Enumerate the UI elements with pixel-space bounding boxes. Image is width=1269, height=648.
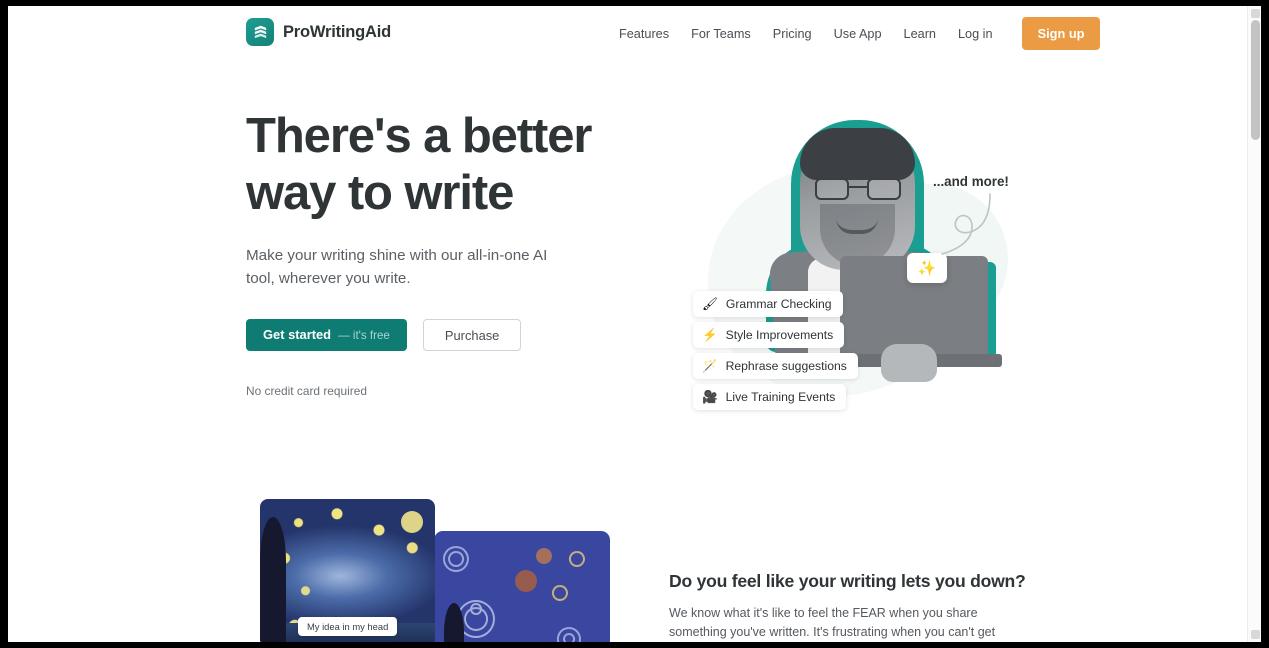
main-navigation: Features For Teams Pricing Use App Learn… [608, 17, 1101, 50]
feature-chip-style-improvements[interactable]: ⚡ Style Improvements [693, 322, 845, 348]
hero-illustration: ✨ ...and more! 🖌 Grammar Checking ⚡ Styl… [668, 106, 1028, 451]
doodle-starry-night-card [434, 531, 610, 642]
hero-section: There's a better way to write Make your … [8, 62, 1247, 492]
section-two-body: We know what it's like to feel the FEAR … [669, 606, 996, 640]
webpage-content: ProWritingAid Features For Teams Pricing… [8, 6, 1247, 642]
nav-item-use-app[interactable]: Use App [823, 20, 893, 48]
sign-up-button[interactable]: Sign up [1021, 17, 1101, 50]
glasses-icon [815, 178, 901, 200]
curly-arrow-icon [941, 193, 991, 255]
feature-chip-list: 🖌 Grammar Checking ⚡ Style Improvements … [693, 291, 858, 410]
feature-chip-label: Style Improvements [725, 328, 834, 342]
scrollbar-thumb[interactable] [1251, 20, 1260, 140]
glasses-bridge [849, 186, 867, 189]
lightning-icon: ⚡ [702, 327, 718, 342]
hero-cta-row: Get started — it's free Purchase [246, 319, 626, 351]
glasses-lens-left [815, 178, 849, 200]
paintbrush-icon: 🖌 [702, 296, 718, 311]
painting-moon [401, 511, 423, 533]
and-more-label: ...and more! [933, 174, 1009, 189]
hero-copy: There's a better way to write Make your … [246, 108, 626, 398]
section-two-title: Do you feel like your writing lets you d… [669, 571, 1026, 591]
nav-item-for-teams[interactable]: For Teams [680, 20, 762, 48]
feature-chip-label: Grammar Checking [725, 297, 832, 311]
vertical-scrollbar[interactable] [1247, 6, 1261, 642]
brand-name: ProWritingAid [283, 22, 392, 41]
prowritingaid-logo-icon [246, 18, 274, 46]
browser-window: ProWritingAid Features For Teams Pricing… [0, 0, 1269, 648]
glasses-lens-right [867, 178, 901, 200]
nav-item-log-in[interactable]: Log in [947, 20, 1004, 48]
person-hair [800, 128, 915, 180]
purchase-button[interactable]: Purchase [422, 319, 522, 351]
get-started-label: Get started [263, 327, 332, 342]
no-credit-card-note: No credit card required [246, 384, 367, 398]
feature-chip-rephrase-suggestions[interactable]: 🪄 Rephrase suggestions [693, 353, 858, 379]
magic-wand-icon: 🪄 [702, 358, 718, 373]
hero-title: There's a better way to write [246, 109, 592, 220]
painting-cypress-tree [260, 517, 286, 642]
art-comparison-illustration: My idea in my head [254, 499, 610, 642]
section-two-copy: Do you feel like your writing lets you d… [669, 571, 1026, 642]
writing-lets-you-down-section: My idea in my head Do you feel like your… [8, 492, 1247, 642]
feature-chip-live-training-events[interactable]: 🎥 Live Training Events [693, 384, 847, 410]
hero-subtitle: Make your writing shine with our all-in-… [246, 247, 548, 287]
idea-in-my-head-tag: My idea in my head [298, 617, 398, 636]
nav-item-pricing[interactable]: Pricing [762, 20, 823, 48]
get-started-note: — it's free [338, 329, 390, 342]
nav-item-features[interactable]: Features [608, 20, 680, 48]
scrollbar-up-arrow[interactable] [1251, 9, 1260, 18]
movie-camera-icon: 🎥 [702, 389, 718, 404]
feature-chip-label: Rephrase suggestions [725, 359, 847, 373]
feature-chip-grammar-checking[interactable]: 🖌 Grammar Checking [693, 291, 843, 317]
scrollbar-down-arrow[interactable] [1251, 630, 1260, 639]
feature-chip-label: Live Training Events [725, 390, 836, 404]
nav-item-learn[interactable]: Learn [893, 20, 947, 48]
brand-logo-link[interactable]: ProWritingAid [246, 18, 391, 46]
get-started-button[interactable]: Get started — it's free [246, 319, 407, 351]
person-hand [881, 344, 937, 382]
browser-viewport: ProWritingAid Features For Teams Pricing… [8, 6, 1261, 642]
site-header: ProWritingAid Features For Teams Pricing… [8, 6, 1247, 62]
